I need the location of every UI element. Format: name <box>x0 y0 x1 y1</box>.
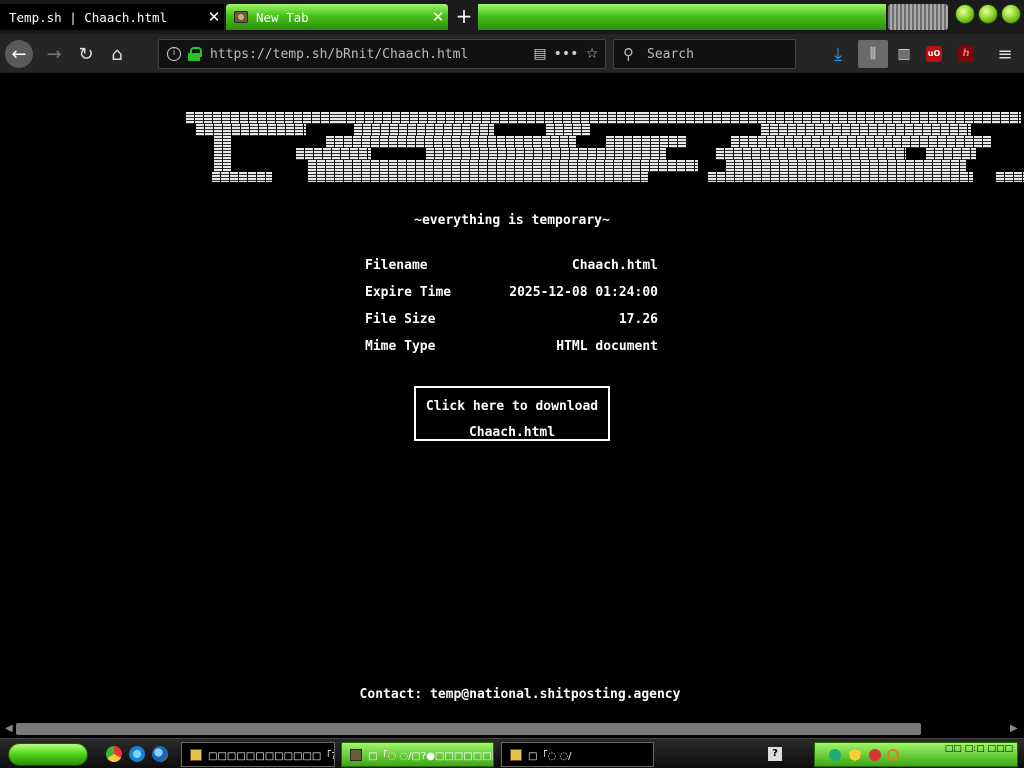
ascii-art-logo <box>186 110 1024 182</box>
horizontal-scrollbar[interactable]: ◀ ▶ <box>0 720 1024 738</box>
info-row-expire-time: Expire Time 2025-12-08 01:24:00 <box>362 285 662 312</box>
sidebar-button[interactable]: ▥ <box>890 40 918 68</box>
taskbar: □□□□□□□□□□□□「?□□□ □「◌ ◌/□?●□□□□□□□ □「◌ ◌… <box>0 738 1024 768</box>
task-label: □□□□□□□□□□□□「?□□□ <box>208 751 334 762</box>
info-row-file-size: File Size 17.26 <box>362 312 662 339</box>
browser-task-icon <box>350 748 362 761</box>
scroll-right-icon[interactable]: ▶ <box>1010 723 1020 734</box>
chrome-icon[interactable] <box>106 746 122 762</box>
url-text[interactable]: https://temp.sh/bRnit/Chaach.html <box>210 47 527 62</box>
contact-label: Contact: <box>359 687 423 702</box>
firefox-icon[interactable] <box>152 746 168 762</box>
search-input[interactable]: Search <box>647 47 694 62</box>
bookmark-star-icon[interactable]: ☆ <box>579 46 605 62</box>
info-value: 2025-12-08 01:24:00 <box>509 285 658 300</box>
info-value: 17.26 <box>618 312 658 327</box>
folder-icon <box>510 748 522 761</box>
antivirus-icon[interactable] <box>869 749 881 761</box>
tabstrip-fill <box>478 4 886 30</box>
downloads-button[interactable]: ⤓ <box>824 40 852 68</box>
minimize-window-icon[interactable] <box>955 4 975 24</box>
info-label: File Size <box>365 312 436 327</box>
hamburger-menu-button[interactable]: ≡ <box>991 40 1019 68</box>
ublock-icon[interactable]: uO <box>920 40 948 68</box>
tab-favicon-icon <box>234 11 248 23</box>
network-icon[interactable] <box>829 749 841 761</box>
scrollbar-thumb[interactable] <box>16 723 921 735</box>
info-value: Chaach.html <box>571 258 658 273</box>
clock[interactable]: □□ □:□ □□□ <box>945 744 1013 755</box>
notepad-icon <box>190 748 202 761</box>
task-label: □「◌ ◌/□?●□□□□□□□ <box>368 751 494 762</box>
forward-button[interactable]: → <box>40 40 68 68</box>
new-tab-button[interactable]: + <box>452 6 476 28</box>
back-button[interactable]: ← <box>5 40 33 68</box>
start-button[interactable] <box>8 743 88 766</box>
download-link[interactable]: Click here to download Chaach.html <box>414 386 610 441</box>
library-button[interactable]: ⫼ <box>858 40 888 68</box>
info-label: Filename <box>365 258 428 273</box>
extension-icon[interactable]: h <box>952 40 980 68</box>
page-content: ~everything is temporary~ Filename Chaac… <box>0 75 1024 720</box>
file-info-table: Filename Chaach.html Expire Time 2025-12… <box>362 258 662 366</box>
search-icon: ⚲ <box>623 45 634 63</box>
tab-new-tab[interactable]: New Tab ✕ <box>226 4 448 30</box>
info-row-mime-type: Mime Type HTML document <box>362 339 662 366</box>
tab-title: New Tab <box>256 9 309 25</box>
info-label: Mime Type <box>365 339 436 354</box>
system-tray: □□ □:□ □□□ <box>814 742 1018 767</box>
contact-line: Contact: temp@national.shitposting.agenc… <box>0 687 1024 702</box>
shield-icon[interactable] <box>849 749 861 761</box>
close-tab-icon[interactable]: ✕ <box>428 8 448 26</box>
download-link-line1[interactable]: Click here to download <box>416 394 608 420</box>
taskbar-task[interactable]: □□□□□□□□□□□□「?□□□ <box>181 742 335 767</box>
help-icon[interactable]: ? <box>768 747 782 761</box>
info-label: Expire Time <box>365 285 452 300</box>
search-tray-icon[interactable] <box>887 749 899 761</box>
task-label: □「◌ ◌/ <box>528 751 572 762</box>
info-value: HTML document <box>556 339 658 354</box>
close-window-icon[interactable] <box>1001 4 1021 24</box>
navigation-bar: ← → ↻ ⌂ i https://temp.sh/bRnit/Chaach.h… <box>0 34 1024 74</box>
tab-strip: Temp.sh | Chaach.html ✕ New Tab ✕ + <box>0 0 1024 34</box>
lock-icon[interactable] <box>188 47 202 61</box>
info-row-filename: Filename Chaach.html <box>362 258 662 285</box>
contact-email[interactable]: temp@national.shitposting.agency <box>430 687 680 702</box>
tab-temp-sh[interactable]: Temp.sh | Chaach.html ✕ <box>0 4 224 30</box>
tagline: ~everything is temporary~ <box>414 213 610 228</box>
site-info-icon[interactable]: i <box>167 47 181 61</box>
url-bar[interactable]: i https://temp.sh/bRnit/Chaach.html ▤ ••… <box>158 39 606 69</box>
download-link-filename[interactable]: Chaach.html <box>416 420 608 446</box>
close-tab-icon[interactable]: ✕ <box>204 8 224 26</box>
reader-view-icon[interactable]: ▤ <box>527 46 553 62</box>
home-button[interactable]: ⌂ <box>103 40 131 68</box>
maximize-window-icon[interactable] <box>978 4 998 24</box>
titlebar-grip[interactable] <box>888 4 948 30</box>
taskbar-task-active[interactable]: □「◌ ◌/□?●□□□□□□□ <box>341 742 494 767</box>
internet-explorer-icon[interactable] <box>129 746 145 762</box>
reload-button[interactable]: ↻ <box>72 40 100 68</box>
page-actions-icon[interactable]: ••• <box>553 46 579 62</box>
taskbar-task[interactable]: □「◌ ◌/ <box>501 742 654 767</box>
search-bar[interactable]: ⚲ Search <box>613 39 796 69</box>
scroll-left-icon[interactable]: ◀ <box>5 723 15 734</box>
tab-title: Temp.sh | Chaach.html <box>9 9 168 25</box>
